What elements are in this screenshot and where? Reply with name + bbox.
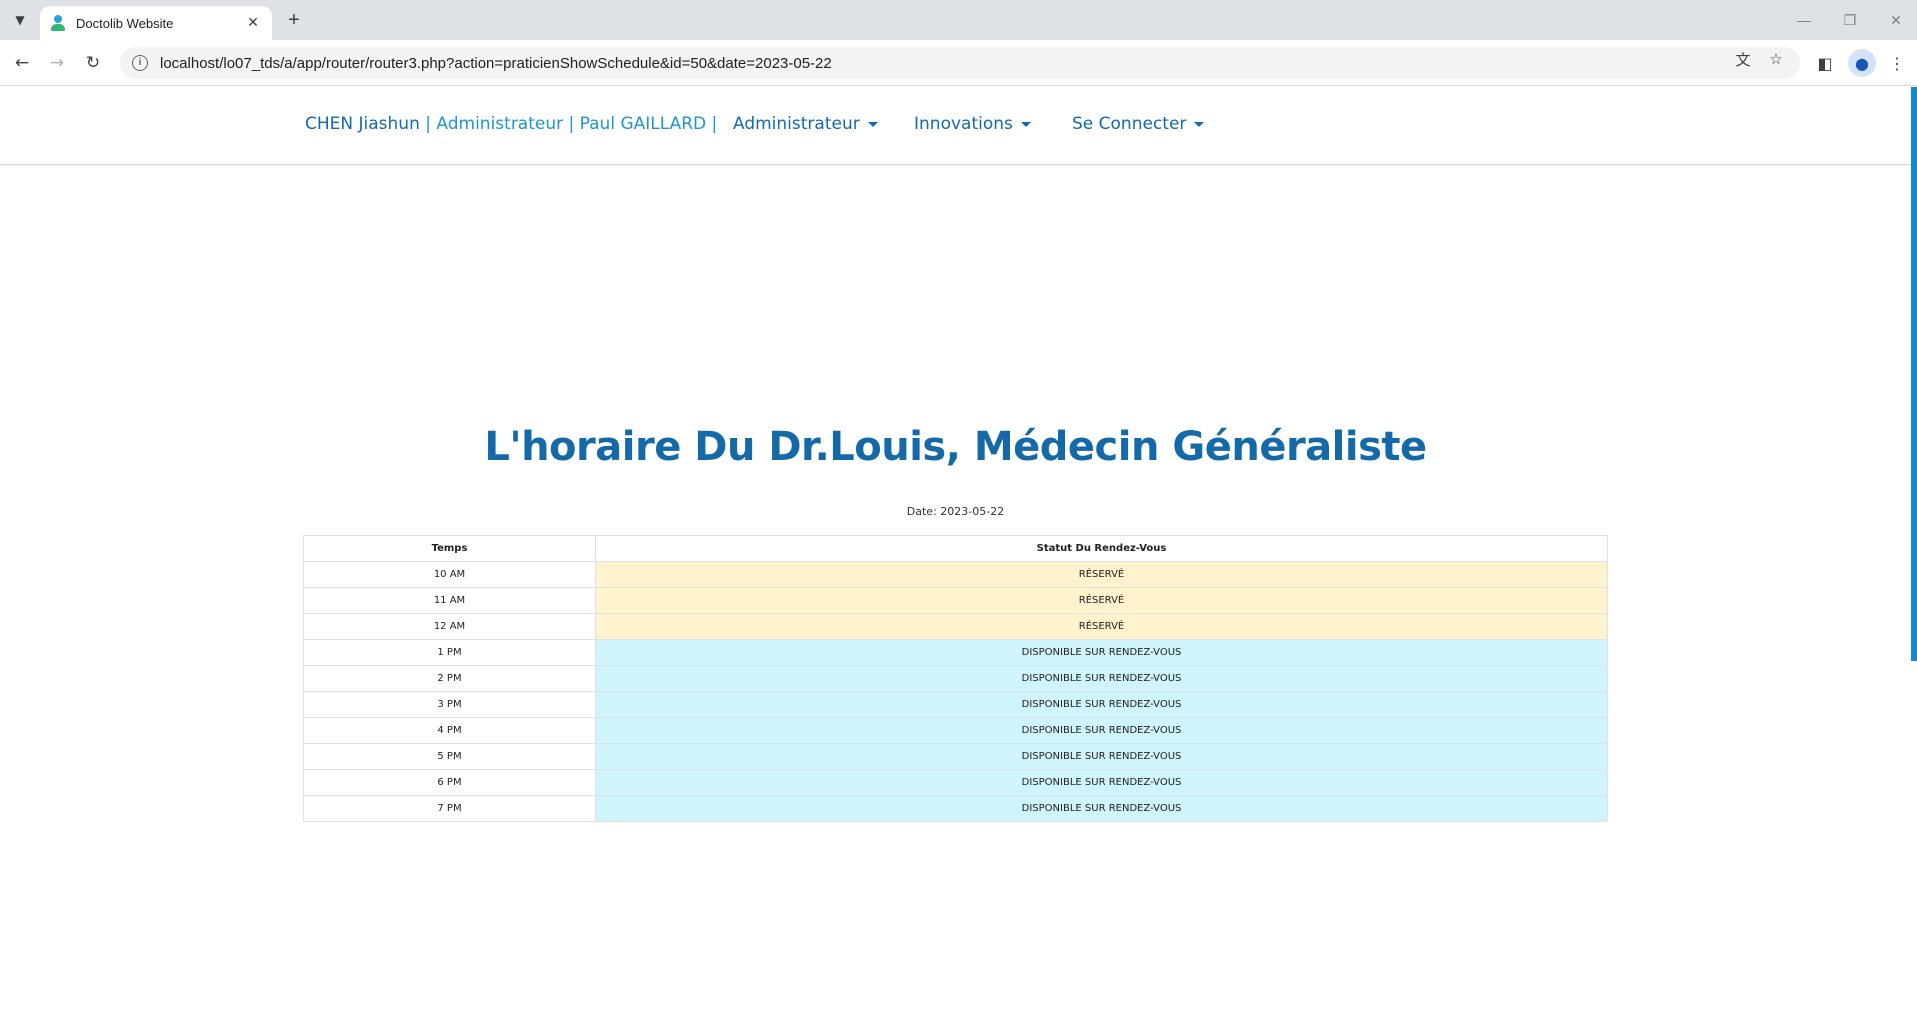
plus-icon[interactable]: + bbox=[282, 8, 306, 32]
table-row: 3 PM DISPONIBLE SUR RENDEZ-VOUS bbox=[303, 691, 1608, 718]
table-row: 6 PM DISPONIBLE SUR RENDEZ-VOUS bbox=[303, 769, 1608, 796]
arrow-left-icon[interactable]: ← bbox=[8, 49, 36, 77]
column-header-time: Temps bbox=[303, 535, 596, 562]
status-cell: DISPONIBLE SUR RENDEZ-VOUS bbox=[595, 743, 1608, 770]
translate-icon[interactable]: 文 bbox=[1731, 47, 1755, 71]
site-navbar: CHEN Jiashun | Administrateur | Paul GAI… bbox=[0, 87, 1911, 165]
time-cell: 4 PM bbox=[303, 717, 596, 744]
table-row: 2 PM DISPONIBLE SUR RENDEZ-VOUS bbox=[303, 665, 1608, 692]
table-row: 12 AM RÉSERVÉ bbox=[303, 613, 1608, 640]
arrow-right-icon[interactable]: → bbox=[43, 49, 71, 77]
menu-label: Se Connecter bbox=[1072, 114, 1187, 134]
menu-label: Innovations bbox=[914, 114, 1013, 134]
time-cell: 7 PM bbox=[303, 795, 596, 822]
window-close-icon[interactable]: ✕ bbox=[1878, 6, 1914, 34]
browser-tab-active[interactable]: Doctolib Website ✕ bbox=[40, 6, 272, 40]
time-cell: 10 AM bbox=[303, 561, 596, 588]
table-row: 11 AM RÉSERVÉ bbox=[303, 587, 1608, 614]
info-icon[interactable]: i bbox=[132, 55, 148, 71]
minimize-icon[interactable]: — bbox=[1786, 6, 1822, 34]
tab-title: Doctolib Website bbox=[76, 15, 174, 31]
side-panel-icon[interactable]: ◧ bbox=[1811, 49, 1839, 77]
table-row: 4 PM DISPONIBLE SUR RENDEZ-VOUS bbox=[303, 717, 1608, 744]
time-cell: 6 PM bbox=[303, 769, 596, 796]
page-viewport: CHEN Jiashun | Administrateur | Paul GAI… bbox=[0, 87, 1917, 1028]
brand-name: CHEN Jiashun bbox=[305, 114, 420, 134]
chevron-down-icon[interactable]: ▼ bbox=[8, 8, 32, 32]
caret-down-icon bbox=[867, 121, 878, 127]
table-row: 7 PM DISPONIBLE SUR RENDEZ-VOUS bbox=[303, 795, 1608, 822]
status-cell: RÉSERVÉ bbox=[595, 561, 1608, 588]
column-header-status: Statut Du Rendez-Vous bbox=[595, 535, 1608, 562]
table-header-row: Temps Statut Du Rendez-Vous bbox=[303, 535, 1608, 562]
star-icon[interactable]: ☆ bbox=[1764, 47, 1788, 71]
table-row: 5 PM DISPONIBLE SUR RENDEZ-VOUS bbox=[303, 743, 1608, 770]
menu-se-connecter[interactable]: Se Connecter bbox=[1072, 114, 1205, 134]
brand-role-info: | Administrateur | Paul GAILLARD | bbox=[425, 114, 718, 134]
time-cell: 12 AM bbox=[303, 613, 596, 640]
restore-icon[interactable]: ❐ bbox=[1832, 6, 1868, 34]
reload-icon[interactable]: ↻ bbox=[79, 49, 107, 77]
navbar-brand[interactable]: CHEN Jiashun | Administrateur | Paul GAI… bbox=[305, 114, 717, 134]
profile-icon[interactable]: ● bbox=[1848, 49, 1876, 77]
time-cell: 2 PM bbox=[303, 665, 596, 692]
table-row: 1 PM DISPONIBLE SUR RENDEZ-VOUS bbox=[303, 639, 1608, 666]
scrollbar[interactable] bbox=[1911, 87, 1917, 661]
status-cell: DISPONIBLE SUR RENDEZ-VOUS bbox=[595, 639, 1608, 666]
browser-toolbar: ← → ↻ i localhost/lo07_tds/a/app/router/… bbox=[0, 40, 1917, 86]
status-cell: DISPONIBLE SUR RENDEZ-VOUS bbox=[595, 717, 1608, 744]
schedule-table: Temps Statut Du Rendez-Vous 10 AM RÉSERVÉ… bbox=[303, 535, 1608, 822]
browser-tabstrip: ▼ Doctolib Website ✕ + — ❐ ✕ bbox=[0, 0, 1917, 40]
kebab-menu-icon[interactable]: ⋮ bbox=[1883, 49, 1911, 77]
close-icon[interactable]: ✕ bbox=[244, 15, 262, 31]
status-cell: DISPONIBLE SUR RENDEZ-VOUS bbox=[595, 665, 1608, 692]
time-cell: 11 AM bbox=[303, 587, 596, 614]
address-bar[interactable]: i localhost/lo07_tds/a/app/router/router… bbox=[120, 47, 1800, 79]
status-cell: DISPONIBLE SUR RENDEZ-VOUS bbox=[595, 691, 1608, 718]
status-cell: RÉSERVÉ bbox=[595, 587, 1608, 614]
caret-down-icon bbox=[1194, 121, 1205, 127]
time-cell: 3 PM bbox=[303, 691, 596, 718]
time-cell: 5 PM bbox=[303, 743, 596, 770]
menu-administrateur[interactable]: Administrateur bbox=[733, 114, 878, 134]
doctor-icon bbox=[50, 15, 66, 31]
status-cell: DISPONIBLE SUR RENDEZ-VOUS bbox=[595, 795, 1608, 822]
schedule-body: 10 AM RÉSERVÉ 11 AM RÉSERVÉ 12 AM RÉSERVÉ 1 PM… bbox=[303, 561, 1608, 822]
status-cell: RÉSERVÉ bbox=[595, 613, 1608, 640]
page-title: L'horaire Du Dr.Louis, Médecin Généralis… bbox=[484, 424, 1427, 470]
menu-innovations[interactable]: Innovations bbox=[914, 114, 1031, 134]
menu-label: Administrateur bbox=[733, 114, 860, 134]
schedule-date: Date: 2023-05-22 bbox=[906, 505, 1005, 518]
url-text[interactable]: localhost/lo07_tds/a/app/router/router3.… bbox=[160, 55, 832, 72]
caret-down-icon bbox=[1020, 121, 1031, 127]
status-cell: DISPONIBLE SUR RENDEZ-VOUS bbox=[595, 769, 1608, 796]
table-row: 10 AM RÉSERVÉ bbox=[303, 561, 1608, 588]
time-cell: 1 PM bbox=[303, 639, 596, 666]
